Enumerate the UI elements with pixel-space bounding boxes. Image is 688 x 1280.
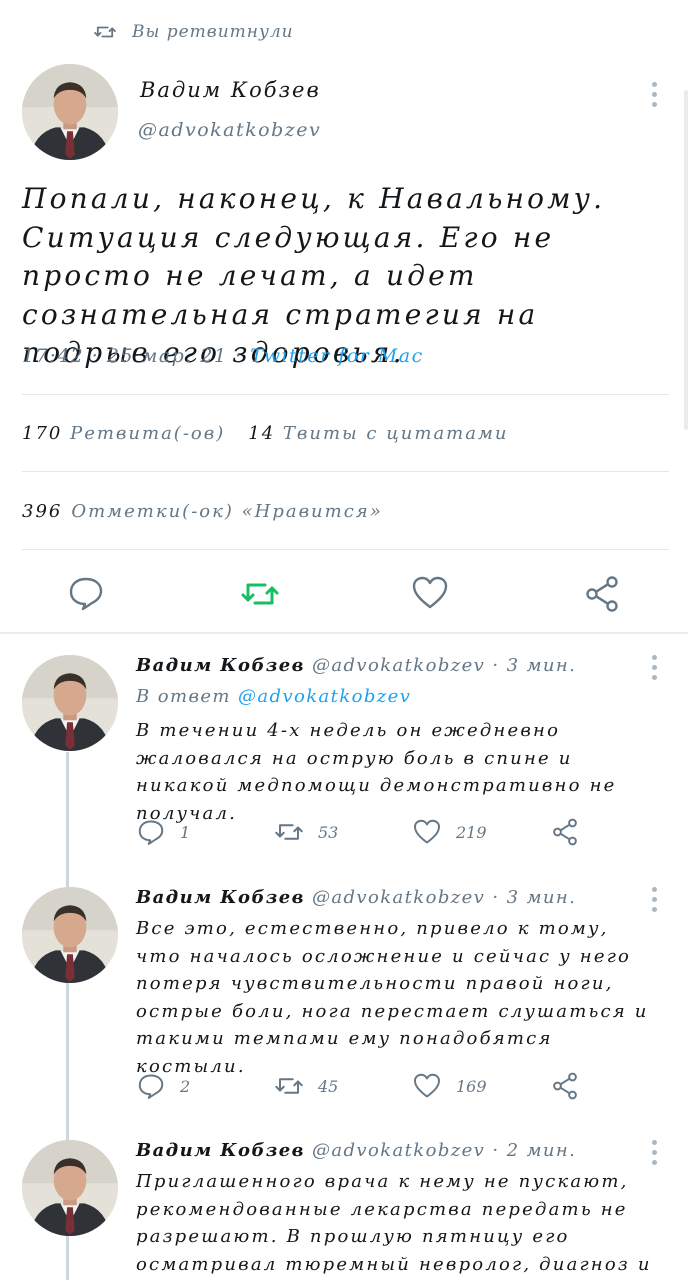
more-vertical-icon[interactable] [649, 887, 659, 912]
reply-text: В течении 4-х недель он ежедневно жалова… [136, 720, 617, 824]
section-separator [0, 632, 688, 634]
reply-icon[interactable] [66, 573, 106, 613]
reply-header: Вадим Кобзев @advokatkobzev · 2 мин. [136, 1140, 576, 1161]
author-handle[interactable]: @advokatkobzev [312, 887, 485, 908]
heart-icon [414, 819, 440, 844]
retweet-context-label: Вы ретвитнули [132, 22, 294, 42]
tweet-source-link[interactable]: Twitter for Mac [250, 345, 424, 367]
share-icon [553, 1072, 577, 1100]
likes-count: 396 [22, 501, 63, 522]
more-vertical-icon[interactable] [649, 1140, 659, 1165]
divider [22, 394, 669, 395]
reply-button[interactable]: 1 [136, 817, 190, 847]
likes-label: Отметки(-ок) «Нравится» [71, 501, 383, 522]
reply-button[interactable]: 2 [136, 1071, 190, 1101]
avatar-photo [22, 655, 118, 751]
avatar[interactable] [22, 655, 118, 751]
reply-header: Вадим Кобзев @advokatkobzev · 3 мин. [136, 887, 576, 908]
retweet-icon [275, 824, 303, 840]
reply-actions: 1 53 219 [136, 817, 596, 847]
like-button[interactable]: 169 [412, 1071, 487, 1101]
reply-tweet[interactable]: Вадим Кобзев @advokatkobzev · 2 мин. При… [0, 1140, 688, 1280]
reply-actions: 2 45 169 [136, 1071, 596, 1101]
reply-text: Приглашенного врача к нему не пускают, р… [136, 1171, 652, 1275]
retweet-icon [94, 26, 116, 38]
reply-to-handle[interactable]: @advokatkobzev [238, 686, 411, 707]
reply-to: В ответ @advokatkobzev [136, 686, 411, 707]
tweet-text: Попали, наконец, к Навальному. Ситуация … [22, 182, 606, 369]
reply-time: · 3 мин. [492, 887, 577, 908]
share-icon[interactable] [582, 574, 622, 614]
avatar-photo [22, 887, 118, 983]
likes-stat[interactable]: 396 Отметки(-ок) «Нравится» [22, 501, 383, 522]
more-vertical-icon[interactable] [649, 82, 659, 107]
heart-icon [414, 1073, 440, 1098]
retweet-icon [275, 1078, 303, 1094]
author-name[interactable]: Вадим Кобзев [136, 1140, 305, 1161]
share-icon [553, 818, 577, 846]
author-handle[interactable]: @advokatkobzev [138, 119, 321, 141]
quotes-count: 14 [248, 423, 276, 444]
like-count: 219 [456, 822, 487, 842]
retweet-count: 53 [318, 822, 339, 842]
heart-icon[interactable] [410, 573, 450, 613]
reply-header: Вадим Кобзев @advokatkobzev · 3 мин. [136, 655, 576, 676]
reply-time: · 3 мин. [492, 655, 577, 676]
quotes-label: Твиты с цитатами [282, 423, 509, 444]
retweet-context: Вы ретвитнули [94, 18, 294, 46]
retweets-count: 170 [22, 423, 63, 444]
divider [22, 471, 669, 472]
retweet-button[interactable]: 53 [274, 817, 338, 847]
author-name[interactable]: Вадим Кобзев [136, 655, 305, 676]
retweet-stats: 170 Ретвита(-ов) 14 Твиты с цитатами [22, 423, 509, 444]
avatar-photo [22, 1140, 118, 1236]
reply-text: Все это, естественно, привело к тому, чт… [136, 918, 649, 1077]
retweet-icon[interactable] [240, 574, 280, 614]
reply-to-prefix: В ответ [136, 686, 238, 707]
retweet-count: 45 [318, 1076, 339, 1096]
more-vertical-icon[interactable] [649, 655, 659, 680]
author-name[interactable]: Вадим Кобзев [140, 78, 321, 102]
reply-time: · 2 мин. [492, 1140, 577, 1161]
quotes-stat[interactable]: 14 Твиты с цитатами [248, 423, 508, 444]
retweet-button[interactable]: 45 [274, 1071, 338, 1101]
tweet-timestamp: 17:42 · 25 мар. 21 · [22, 345, 251, 367]
divider [22, 549, 669, 550]
reply-count: 1 [180, 822, 191, 842]
share-button[interactable] [550, 817, 580, 847]
tweet-meta: 17:42 · 25 мар. 21 · Twitter for Mac [22, 345, 424, 367]
reply-tweet[interactable]: Вадим Кобзев @advokatkobzev · 3 мин. В о… [0, 655, 688, 855]
share-button[interactable] [550, 1071, 580, 1101]
reply-icon [138, 1074, 164, 1099]
avatar[interactable] [22, 1140, 118, 1236]
reply-tweet[interactable]: Вадим Кобзев @advokatkobzev · 3 мин. Все… [0, 887, 688, 1117]
reply-icon [138, 820, 164, 845]
author-handle[interactable]: @advokatkobzev [312, 655, 485, 676]
reply-count: 2 [180, 1076, 191, 1096]
avatar[interactable] [22, 64, 118, 160]
author-handle[interactable]: @advokatkobzev [312, 1140, 485, 1161]
author-name[interactable]: Вадим Кобзев [136, 887, 305, 908]
retweets-label: Ретвита(-ов) [70, 423, 226, 444]
retweets-stat[interactable]: 170 Ретвита(-ов) [22, 423, 225, 444]
scrollbar[interactable] [684, 90, 688, 430]
like-button[interactable]: 219 [412, 817, 487, 847]
like-count: 169 [456, 1076, 487, 1096]
avatar[interactable] [22, 887, 118, 983]
avatar-photo [22, 64, 118, 160]
